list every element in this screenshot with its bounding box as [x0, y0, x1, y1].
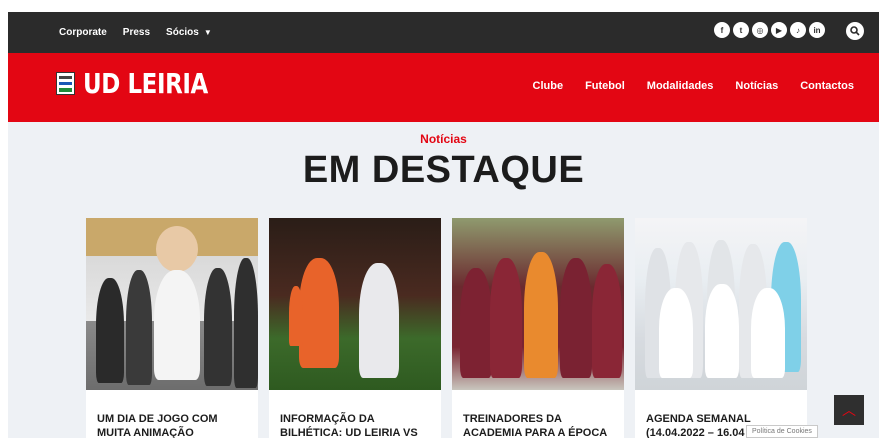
top-bar: Corporate Press Sócios ▼ f t ◎ ▶ ♪ in — [8, 12, 879, 53]
logo-text: UD LEIRIA — [83, 67, 208, 100]
news-image-match — [269, 218, 441, 390]
search-button[interactable] — [846, 22, 864, 40]
facebook-icon[interactable]: f — [714, 22, 730, 38]
main-header: UD LEIRIA Clube Futebol Modalidades Notí… — [8, 53, 879, 122]
corporate-link[interactable]: Corporate — [59, 27, 107, 38]
page: Corporate Press Sócios ▼ f t ◎ ▶ ♪ in UD… — [8, 12, 879, 438]
tiktok-icon[interactable]: ♪ — [790, 22, 806, 38]
news-title: UM DIA DE JOGO COM MUITA ANIMAÇÃO — [97, 413, 218, 438]
nav-modalidades[interactable]: Modalidades — [647, 80, 714, 92]
news-image-mascot — [86, 218, 258, 390]
news-image-team — [635, 218, 807, 390]
section-headline: EM DESTAQUE — [302, 149, 585, 191]
news-card[interactable]: AGENDA SEMANAL (14.04.2022 – 16.04 — [635, 218, 807, 438]
socios-menu[interactable]: Sócios ▼ — [166, 27, 212, 38]
news-card[interactable]: UM DIA DE JOGO COM MUITA ANIMAÇÃO — [86, 218, 258, 438]
scroll-to-top-button[interactable]: ︿ — [834, 395, 864, 425]
nav-clube[interactable]: Clube — [533, 80, 564, 92]
youtube-icon[interactable]: ▶ — [771, 22, 787, 38]
cookie-policy-link[interactable]: Política de Cookies — [746, 425, 818, 438]
news-image-huddle — [452, 218, 624, 390]
social-links: f t ◎ ▶ ♪ in — [714, 22, 825, 38]
press-link[interactable]: Press — [123, 27, 150, 38]
news-title: INFORMAÇÃO DA BILHÉTICA: UD LEIRIA VS SC… — [280, 413, 418, 438]
chevron-up-icon: ︿ — [842, 402, 856, 418]
news-card[interactable]: INFORMAÇÃO DA BILHÉTICA: UD LEIRIA VS SC… — [269, 218, 441, 438]
linkedin-icon[interactable]: in — [809, 22, 825, 38]
nav-futebol[interactable]: Futebol — [585, 80, 625, 92]
news-cards: UM DIA DE JOGO COM MUITA ANIMAÇÃO INFORM… — [86, 218, 807, 438]
instagram-icon[interactable]: ◎ — [752, 22, 768, 38]
main-nav: Clube Futebol Modalidades Notícias Conta… — [533, 80, 854, 92]
chevron-down-icon: ▼ — [203, 28, 212, 37]
site-logo[interactable]: UD LEIRIA — [56, 67, 235, 100]
news-title: TREINADORES DA ACADEMIA PARA A ÉPOCA 202… — [463, 413, 607, 438]
news-card[interactable]: TREINADORES DA ACADEMIA PARA A ÉPOCA 202… — [452, 218, 624, 438]
socios-label: Sócios — [166, 27, 199, 38]
twitter-icon[interactable]: t — [733, 22, 749, 38]
search-icon — [850, 26, 860, 36]
nav-noticias[interactable]: Notícias — [735, 80, 778, 92]
section-kicker: Notícias — [420, 132, 467, 146]
club-crest-icon — [56, 72, 75, 95]
nav-contactos[interactable]: Contactos — [800, 80, 854, 92]
